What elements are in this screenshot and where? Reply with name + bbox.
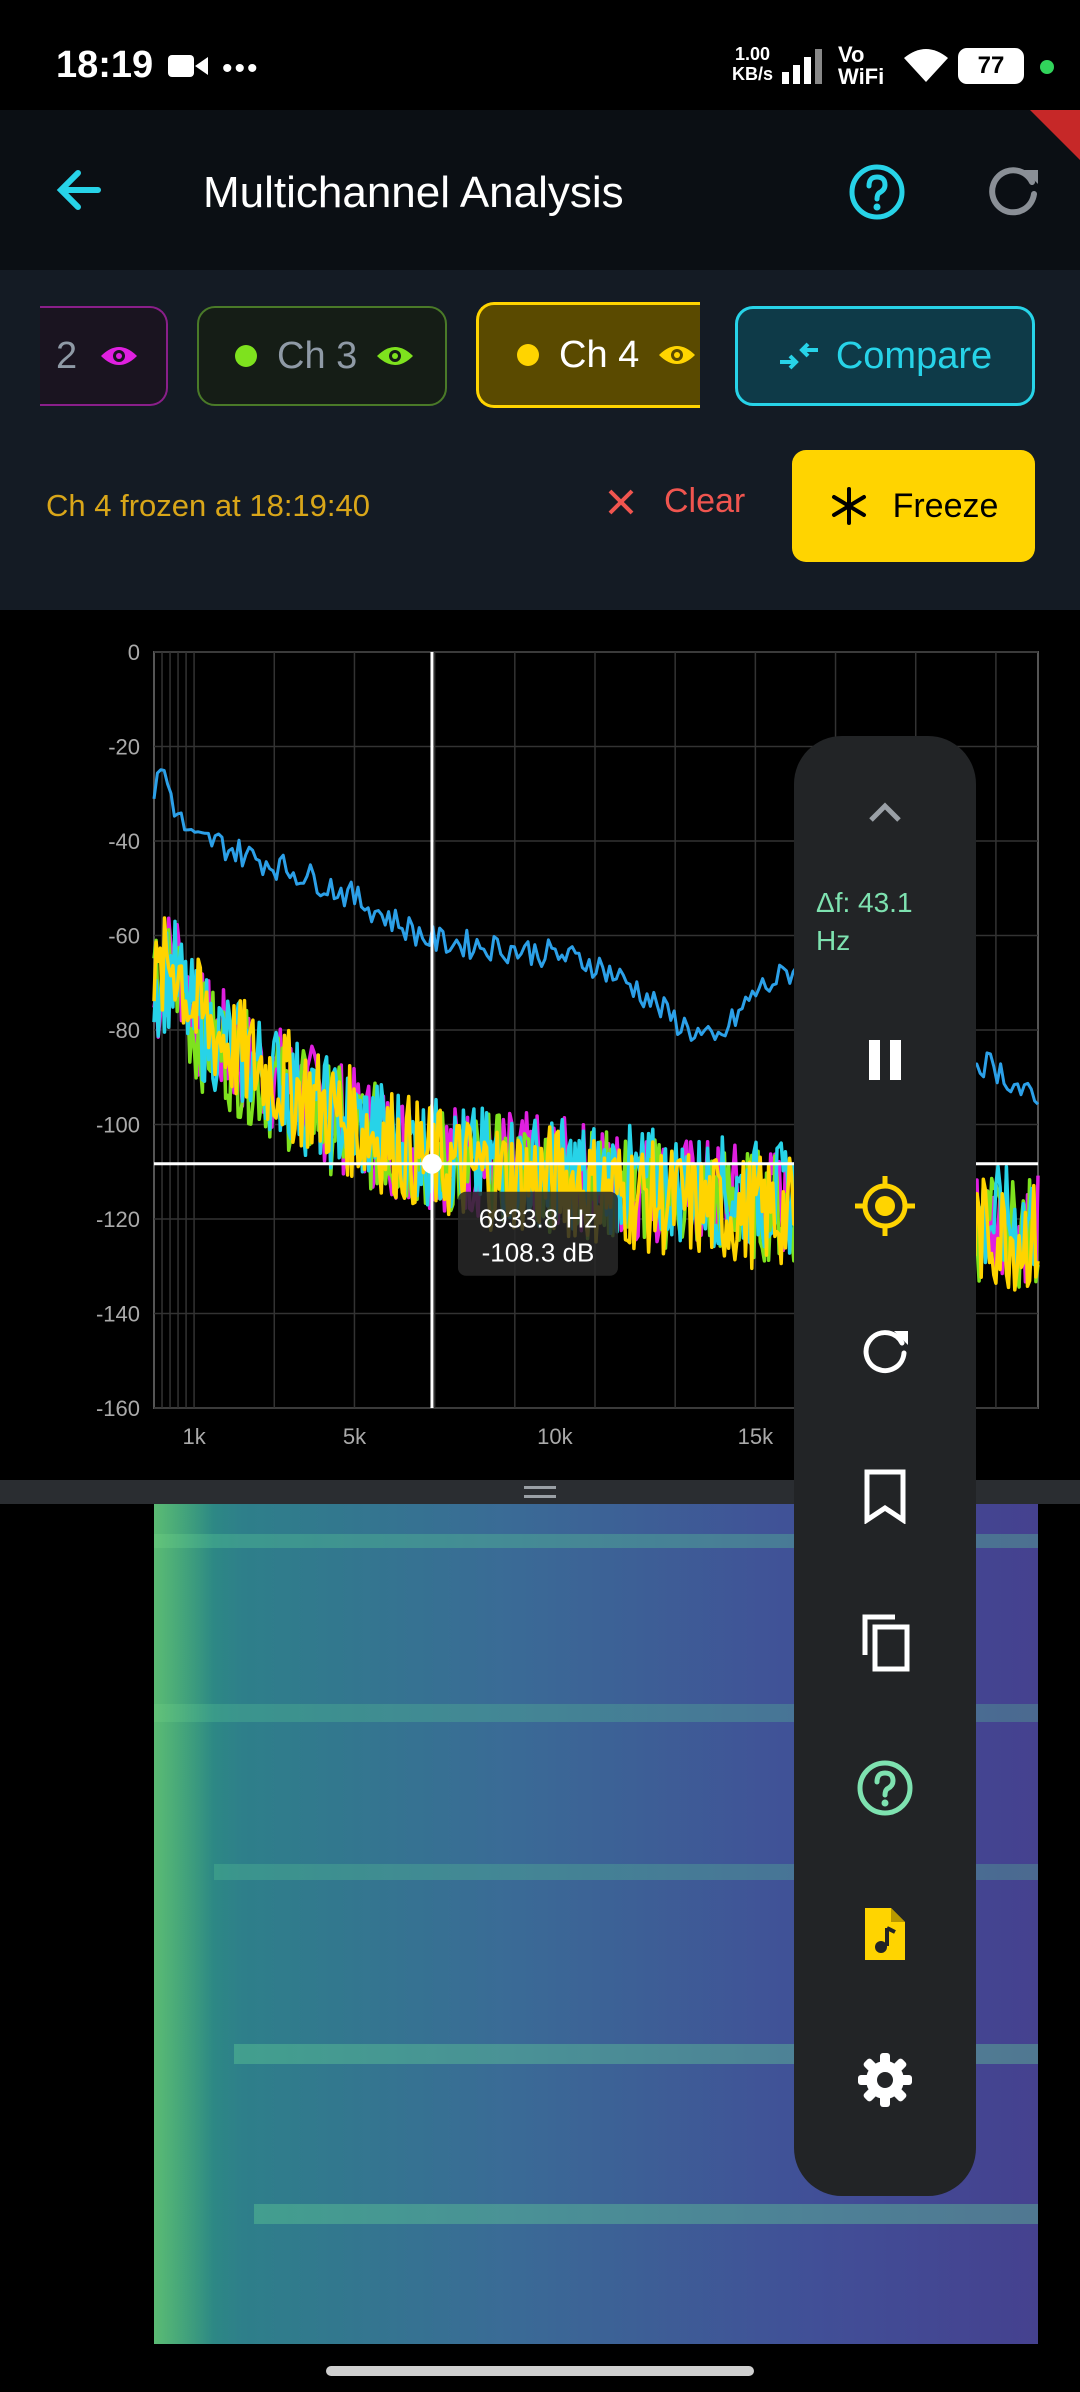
back-button[interactable]: [50, 160, 110, 220]
y-tick-label: -160: [96, 1396, 140, 1421]
corner-indicator: [1030, 110, 1080, 160]
channel-chip-4[interactable]: Ch 4: [476, 302, 700, 408]
audio-file-icon: [865, 1908, 905, 1960]
copy-button[interactable]: [794, 1592, 976, 1692]
chevron-up-icon: [869, 802, 901, 822]
channel-color-dot: [235, 345, 257, 367]
pause-icon: [869, 1040, 901, 1080]
spectrogram-band: [254, 2204, 1038, 2224]
cursor-db-label: -108.3 dB: [482, 1238, 595, 1268]
x-tick-label: 10k: [537, 1424, 573, 1449]
cursor-freq-label: 6933.8 Hz: [479, 1204, 598, 1234]
compare-label: Compare: [835, 334, 993, 377]
copy-icon: [862, 1614, 910, 1672]
settings-button[interactable]: [794, 2030, 976, 2130]
eye-icon: [377, 347, 414, 365]
refresh-icon: [863, 1330, 908, 1374]
gear-icon: [858, 2053, 912, 2107]
x-tick-label: 5k: [343, 1424, 367, 1449]
back-arrow-icon: [56, 170, 101, 210]
y-tick-label: -40: [108, 829, 140, 854]
y-tick-label: -20: [108, 735, 140, 760]
eye-icon: [101, 347, 138, 365]
net-speed: 1.00 KB/s: [732, 44, 774, 84]
cursor-target-button[interactable]: [794, 1156, 976, 1256]
bookmark-icon: [864, 1469, 906, 1524]
delta-f-readout: Δf: 43.1 Hz: [816, 887, 913, 956]
channel-chip-label: Ch 4: [559, 333, 640, 376]
channel-chip-2[interactable]: 2: [40, 306, 168, 406]
x-tick-label: 1k: [182, 1424, 206, 1449]
help-button[interactable]: [848, 163, 906, 221]
y-tick-label: -120: [96, 1207, 140, 1232]
home-indicator[interactable]: [326, 2366, 754, 2376]
close-icon: [608, 489, 634, 514]
vowifi-label: Vo WiFi: [838, 42, 885, 89]
refresh-icon: [989, 167, 1038, 216]
freeze-label: Freeze: [892, 486, 999, 525]
video-call-icon: [168, 52, 208, 85]
y-tick-label: -80: [108, 1018, 140, 1043]
snowflake-icon: [831, 487, 866, 525]
collapse-toolbar-button[interactable]: [794, 762, 976, 862]
channel-chip-3[interactable]: Ch 3: [197, 306, 447, 406]
page-title: Multichannel Analysis: [203, 168, 624, 217]
pause-button[interactable]: [794, 1010, 976, 1110]
help-icon: [857, 1760, 913, 1816]
drag-handle-icon: [524, 1486, 556, 1498]
help-button[interactable]: [794, 1738, 976, 1838]
floating-toolbar: Δf: 43.1 Hz: [794, 736, 976, 2196]
freeze-button[interactable]: Freeze: [792, 450, 1035, 562]
y-tick-label: -60: [108, 924, 140, 949]
channel-chip-label: Ch 3: [277, 334, 358, 377]
bookmark-button[interactable]: [794, 1446, 976, 1546]
channel-color-dot: [517, 344, 539, 366]
battery-icon: 77: [958, 48, 1024, 84]
y-tick-label: -140: [96, 1302, 140, 1327]
refresh-button[interactable]: [984, 160, 1044, 220]
app-bar: Multichannel Analysis: [0, 110, 1080, 270]
status-bar: 18:19 ••• 1.00 KB/s Vo WiFi 77: [0, 0, 1080, 110]
clear-label: Clear: [664, 482, 746, 520]
compare-arrows-icon: [779, 342, 818, 370]
status-time: 18:19: [56, 44, 154, 86]
y-tick-label: -100: [96, 1113, 140, 1138]
reset-button[interactable]: [794, 1300, 976, 1400]
channel-chip-label: 2: [56, 334, 78, 377]
audio-file-button[interactable]: [794, 1884, 976, 1984]
signal-icon: [780, 46, 826, 91]
cursor-point: [421, 1153, 442, 1174]
clear-button[interactable]: Clear: [606, 482, 745, 521]
eye-icon: [659, 346, 696, 364]
help-icon: [849, 164, 905, 220]
more-notifications-icon: •••: [222, 52, 260, 85]
frozen-status-text: Ch 4 frozen at 18:19:40: [46, 488, 371, 523]
x-tick-label: 15k: [738, 1424, 774, 1449]
spectrogram-lowfreq: [154, 1504, 214, 2344]
charging-dot: [1040, 60, 1054, 74]
y-tick-label: 0: [128, 640, 140, 665]
wifi-icon: [902, 48, 950, 89]
compare-button[interactable]: Compare: [735, 306, 1035, 406]
crosshair-target-icon: [855, 1176, 915, 1236]
channel-bar: 2 Ch 3 Ch 4 Compare Ch 4 frozen at 18:19…: [0, 270, 1080, 612]
